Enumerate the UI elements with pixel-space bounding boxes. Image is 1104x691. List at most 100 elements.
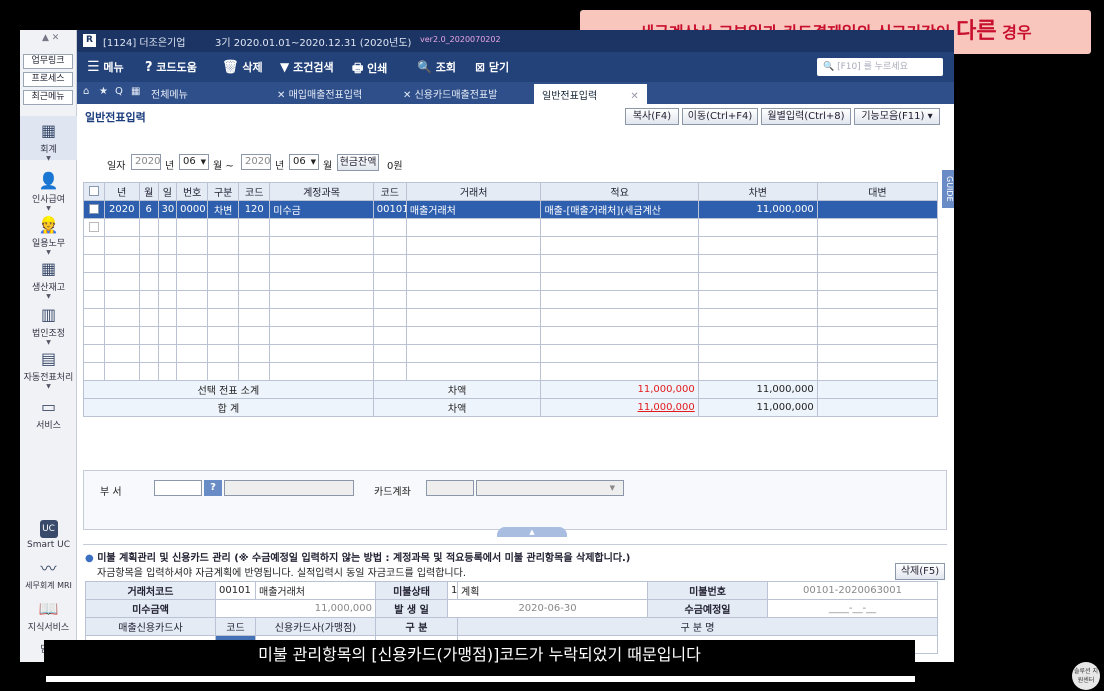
select-all-checkbox[interactable] xyxy=(83,182,105,201)
menu-search-input[interactable]: 🔍 [F10] 를 누르세요 xyxy=(817,58,943,76)
month-to-select[interactable]: 06 ▼ xyxy=(289,154,319,170)
delete-f5-button[interactable]: 삭제(F5) xyxy=(895,563,945,580)
dept-help-button[interactable]: ? xyxy=(204,480,222,496)
cell-partner[interactable]: 매출거래처 xyxy=(405,200,542,219)
code-help-label: 코드도움 xyxy=(156,61,197,74)
guide-tab[interactable]: GUIDE xyxy=(942,170,954,208)
unpaid-status-code[interactable]: 1 xyxy=(447,581,458,600)
close-button[interactable]: ⊠ 닫기 xyxy=(475,59,509,75)
cell-type[interactable]: 차변 xyxy=(207,200,240,219)
dept-input[interactable] xyxy=(154,480,202,496)
table-row[interactable] xyxy=(83,218,939,237)
col-month: 월 xyxy=(138,182,159,201)
month-from-select[interactable]: 06 ▼ xyxy=(179,154,209,170)
move-button[interactable]: 이동(Ctrl+F4) xyxy=(682,108,758,125)
book-icon: 📖 xyxy=(38,599,59,618)
table-row[interactable] xyxy=(83,326,939,345)
nav-knowledge[interactable]: 📖 지식서비스 xyxy=(20,599,77,634)
nav-service[interactable]: ▭ 서비스 xyxy=(20,398,77,432)
star-icon[interactable]: ★ xyxy=(99,86,108,97)
tab-all-menu[interactable]: 전체메뉴 xyxy=(151,86,188,101)
due-date-input[interactable]: ____-__-__ xyxy=(767,599,938,618)
cell-partner-code[interactable]: 00101 xyxy=(372,200,407,219)
tab-purchase-sales[interactable]: ✕ 매입매출전표입력 xyxy=(277,86,362,101)
card-account-select[interactable]: ▼ xyxy=(476,480,624,496)
nav-production[interactable]: ▦ 생산재고 ▼ xyxy=(20,260,77,301)
nav-accounting[interactable]: ▦ 회계 ▼ xyxy=(20,116,77,162)
chevron-down-icon: ▼ xyxy=(46,205,51,212)
year-from-input[interactable]: 2020 xyxy=(131,154,161,170)
condition-search-button[interactable]: ▼ 조건검색 xyxy=(280,59,334,75)
table-row[interactable] xyxy=(83,362,939,381)
delete-button[interactable]: 🗑 삭제 xyxy=(222,59,263,75)
monthly-input-button[interactable]: 월별입력(Ctrl+8) xyxy=(761,108,851,125)
col-type: 구분 xyxy=(207,182,240,201)
table-row[interactable] xyxy=(83,272,939,291)
print-button[interactable]: 🖶 인쇄 xyxy=(352,59,387,80)
cell-number[interactable]: 00001 xyxy=(176,200,209,219)
receivable-amount-label: 미수금액 xyxy=(85,599,216,618)
row-checkbox[interactable] xyxy=(83,218,105,237)
tab-general-voucher[interactable]: 일반전표입력 ✕ xyxy=(534,84,647,104)
close-icon[interactable]: ✕ xyxy=(630,91,638,102)
cell-account[interactable]: 미수금 xyxy=(269,200,374,219)
search-icon[interactable]: Q xyxy=(115,86,123,97)
nav-mri[interactable]: 〰 세무회계 MRI xyxy=(20,560,77,591)
left-nav: ▲ ✕ 업무링크 프로세스 최근메뉴 ▦ 회계 ▼ 👤 인사급여 ▼ 👷 일용노무 ▼ ▦ 생… xyxy=(20,30,77,662)
fiscal-period[interactable]: 3기 2020.01.01~2020.12.31 (2020년도) xyxy=(215,34,411,49)
partner-code-value[interactable]: 00101 xyxy=(215,581,256,600)
cell-code[interactable]: 120 xyxy=(238,200,271,219)
company-name[interactable]: [1124] 더조은기업 xyxy=(103,34,185,49)
chevron-down-icon: ▼ xyxy=(200,158,206,166)
trash-icon: 🗑 xyxy=(222,60,239,75)
table-row[interactable] xyxy=(83,308,939,327)
collapse-handle[interactable]: ▲ xyxy=(497,527,567,537)
tab-credit-card[interactable]: ✕ 신용카드매출전표발 xyxy=(403,86,497,101)
cell-memo[interactable]: 매출-[매출거래처](세금계산 xyxy=(540,200,699,219)
nav-daily-labor[interactable]: 👷 일용노무 ▼ xyxy=(20,216,77,257)
row-checkbox[interactable] xyxy=(83,200,105,219)
process-button[interactable]: 프로세스 xyxy=(23,72,73,87)
code-help-button[interactable]: ? 코드도움 xyxy=(145,59,197,75)
col-partner: 거래처 xyxy=(405,182,542,201)
nav-label: 법인조정 xyxy=(31,329,66,339)
table-row[interactable] xyxy=(83,236,939,255)
menu-button[interactable]: ☰ 메뉴 xyxy=(87,59,124,75)
nav-smart-uc[interactable]: UC Smart UC xyxy=(20,520,77,550)
nav-auto-voucher[interactable]: ▤ 자동전표처리 ▼ xyxy=(20,350,77,391)
issue-date-value[interactable]: 2020-06-30 xyxy=(447,599,648,618)
cell-debit[interactable]: 11,000,000 xyxy=(697,200,818,219)
nav-corporate[interactable]: ▥ 법인조정 ▼ xyxy=(20,306,77,347)
recent-menu-button[interactable]: 최근메뉴 xyxy=(23,90,73,105)
cell-year[interactable]: 2020 xyxy=(103,200,140,219)
table-row[interactable] xyxy=(83,290,939,309)
nav-label: 자동전표처리 xyxy=(23,373,74,383)
cell-credit[interactable] xyxy=(816,200,939,219)
caption-subtitle: 미불 관리항목의 [신용카드(가맹점)]코드가 누락되었기 때문입니다 xyxy=(44,640,915,670)
calendar-icon[interactable]: ▦ xyxy=(131,86,140,97)
cell-month[interactable]: 6 xyxy=(138,200,159,219)
table-row[interactable] xyxy=(83,344,939,363)
table-row[interactable]: 2020 6 30 00001 차변 120 미수금 00101 매출거래처 매… xyxy=(83,200,939,219)
quick-link-button[interactable]: 업무링크 xyxy=(23,54,73,69)
table-row[interactable] xyxy=(83,254,939,273)
chevron-down-icon: ▼ xyxy=(310,158,316,166)
home-icon[interactable]: ⌂ xyxy=(83,86,89,97)
window-controls[interactable]: ▲ ✕ xyxy=(42,33,59,43)
chevron-down-icon: ▼ xyxy=(46,339,51,346)
inquiry-button[interactable]: 🔍 조회 xyxy=(417,59,456,75)
cell-day[interactable]: 30 xyxy=(157,200,178,219)
unpaid-row: 매출신용카드사 코드 신용카드사(가맹점) 구 분 구 분 명 xyxy=(85,617,938,636)
print-label: 인쇄 xyxy=(367,62,388,75)
channel-logo: 솔루션 지원센터 xyxy=(1072,662,1100,690)
copy-button[interactable]: 복사(F4) xyxy=(625,108,679,125)
video-progress-bar[interactable] xyxy=(46,676,915,682)
card-code-label: 코드 xyxy=(215,617,256,636)
functions-button[interactable]: 기능모음(F11) ▾ xyxy=(854,108,940,125)
year-to-input[interactable]: 2020 xyxy=(241,154,271,170)
nav-payroll[interactable]: 👤 인사급여 ▼ xyxy=(20,172,77,213)
col-memo: 적요 xyxy=(540,182,699,201)
unpaid-title-text: 미불 계획관리 및 신용카드 관리 (※ 수금예정일 입력하지 않는 방법 : … xyxy=(97,553,631,564)
subtotal-diff-label: 차액 xyxy=(372,380,542,399)
cash-balance-button[interactable]: 현금잔액 xyxy=(337,154,379,171)
